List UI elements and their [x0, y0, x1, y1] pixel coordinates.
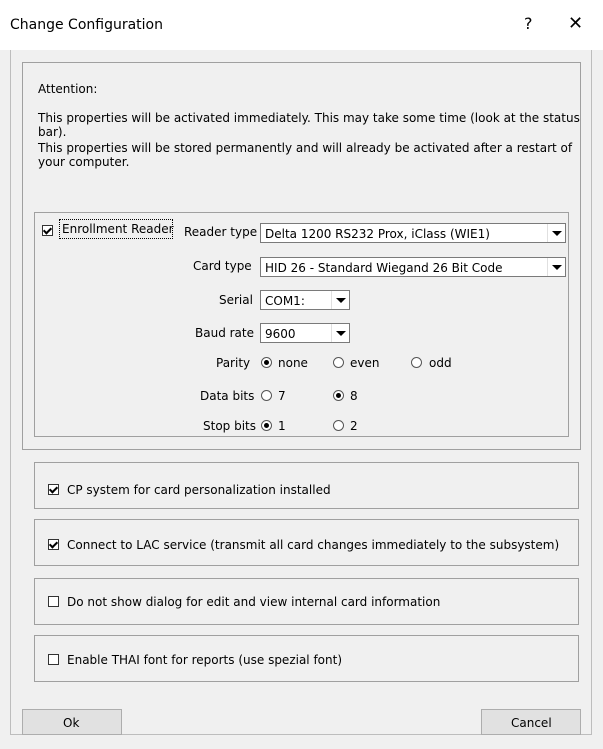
attention-heading: Attention:: [38, 82, 98, 96]
parity-odd-radio[interactable]: [411, 357, 422, 368]
baud-rate-label: Baud rate: [195, 326, 254, 340]
data-bits-7-label[interactable]: 7: [278, 389, 286, 403]
ok-button[interactable]: Ok: [22, 709, 122, 735]
info-line-2: This properties will be stored permanent…: [38, 141, 573, 169]
thai-font-checkbox[interactable]: [48, 654, 59, 665]
stop-bits-1-label[interactable]: 1: [278, 419, 286, 433]
stop-bits-2-label[interactable]: 2: [350, 419, 358, 433]
window-title: Change Configuration: [10, 17, 163, 33]
chevron-down-icon: [331, 324, 349, 342]
data-bits-8-radio[interactable]: [333, 390, 344, 401]
parity-none-label[interactable]: none: [278, 356, 308, 370]
help-button[interactable]: ?: [524, 14, 533, 33]
parity-label: Parity: [216, 356, 251, 370]
cp-system-label[interactable]: CP system for card personalization insta…: [67, 483, 331, 497]
cancel-button[interactable]: Cancel: [481, 709, 581, 735]
data-bits-label: Data bits: [200, 389, 255, 403]
lac-service-label[interactable]: Connect to LAC service (transmit all car…: [67, 538, 559, 552]
parity-even-radio[interactable]: [333, 357, 344, 368]
data-bits-7-radio[interactable]: [261, 390, 272, 401]
stop-bits-1-radio[interactable]: [261, 420, 272, 431]
chevron-down-icon: [331, 291, 349, 309]
chevron-down-icon: [547, 224, 565, 242]
close-button[interactable]: ✕: [568, 13, 583, 34]
chevron-down-icon: [547, 258, 565, 276]
serial-select[interactable]: COM1:: [260, 290, 350, 310]
parity-odd-label[interactable]: odd: [429, 356, 452, 370]
reader-type-select[interactable]: Delta 1200 RS232 Prox, iClass (WIE1): [260, 223, 566, 243]
stop-bits-label: Stop bits: [203, 419, 257, 433]
serial-value: COM1:: [265, 294, 305, 308]
reader-type-value: Delta 1200 RS232 Prox, iClass (WIE1): [265, 227, 490, 241]
reader-type-label: Reader type: [184, 225, 258, 239]
card-type-label: Card type: [193, 259, 252, 273]
stop-bits-2-radio[interactable]: [333, 420, 344, 431]
parity-even-label[interactable]: even: [350, 356, 379, 370]
lac-service-checkbox[interactable]: [48, 539, 59, 550]
baud-rate-value: 9600: [265, 327, 296, 341]
baud-rate-select[interactable]: 9600: [260, 323, 350, 343]
data-bits-8-label[interactable]: 8: [350, 389, 358, 403]
card-type-select[interactable]: HID 26 - Standard Wiegand 26 Bit Code: [260, 257, 566, 277]
cancel-button-label: Cancel: [511, 716, 552, 730]
enrollment-reader-checkbox[interactable]: [42, 225, 53, 236]
card-type-value: HID 26 - Standard Wiegand 26 Bit Code: [265, 261, 503, 275]
thai-font-label[interactable]: Enable THAI font for reports (use spezia…: [67, 653, 342, 667]
title-bar: Change Configuration ? ✕: [0, 0, 603, 50]
ok-button-label: Ok: [63, 716, 80, 730]
no-dialog-label[interactable]: Do not show dialog for edit and view int…: [67, 595, 440, 609]
parity-none-radio[interactable]: [261, 357, 272, 368]
cp-system-checkbox[interactable]: [48, 484, 59, 495]
info-line-1: This properties will be activated immedi…: [38, 111, 580, 139]
no-dialog-checkbox[interactable]: [48, 596, 59, 607]
serial-label: Serial: [219, 293, 253, 307]
enrollment-focus-outline: [59, 219, 173, 239]
